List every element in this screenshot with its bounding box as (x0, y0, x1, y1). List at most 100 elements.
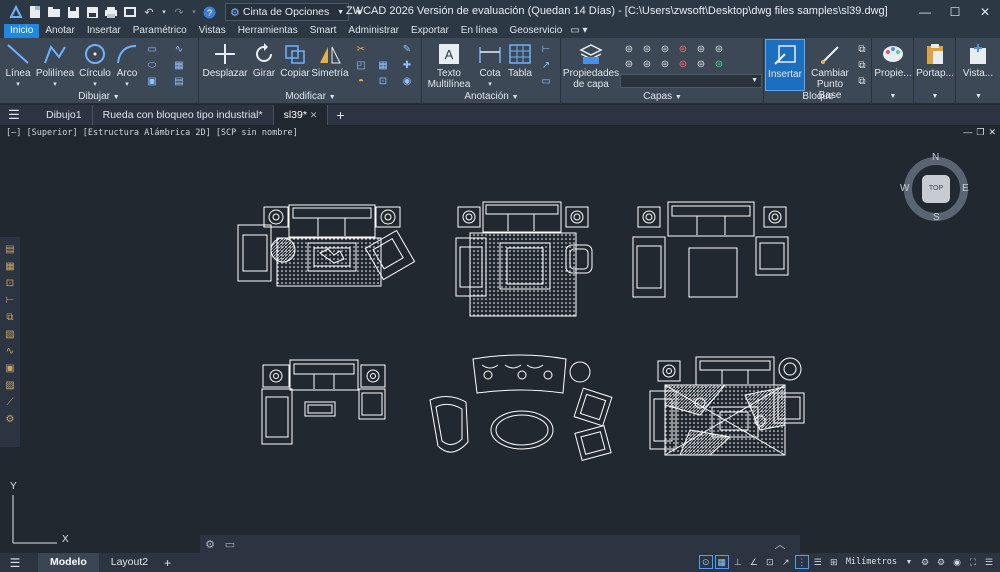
tool-icon-10[interactable]: ⟋ (3, 394, 17, 411)
furniture-set-3[interactable] (632, 201, 789, 298)
hamburger-menu-icon[interactable]: ☰ (0, 107, 28, 123)
furniture-set-4[interactable] (261, 359, 386, 445)
offset-icon[interactable]: ◉ (400, 75, 414, 87)
tool-icon-8[interactable]: ▣ (3, 360, 17, 377)
view-cube[interactable]: TOP N S E W (900, 152, 972, 225)
multileader-icon[interactable]: ↗ (539, 59, 553, 71)
tool-icon-1[interactable]: ▤ (3, 241, 17, 258)
layer-tool-icon-7[interactable]: ⊜ (622, 58, 636, 70)
region-icon[interactable]: ▣ (145, 75, 159, 87)
circle-tool-button[interactable]: Círculo ▾ (78, 42, 112, 90)
explode-icon[interactable]: ✚ (400, 59, 414, 71)
tool-icon-6[interactable]: ▧ (3, 326, 17, 343)
drawing-area[interactable]: [—] [Superior] [Estructura Alámbrica 2D]… (0, 125, 1000, 553)
tab-geoservicio[interactable]: Geoservicio (503, 24, 568, 38)
dimension-tool-button[interactable]: Cota ▾ (477, 42, 503, 90)
tool-icon-9[interactable]: ▨ (3, 377, 17, 394)
layout-tab-layout2[interactable]: Layout2 (99, 553, 160, 572)
layer-tool-icon-11[interactable]: ⊜ (694, 58, 708, 70)
layout-tab-modelo[interactable]: Modelo (38, 553, 99, 572)
spline-icon[interactable]: ∿ (172, 43, 186, 55)
compass-east[interactable]: E (962, 183, 969, 194)
chevron-down-icon[interactable]: ▼ (512, 94, 519, 101)
ellipse-icon[interactable]: ⬭ (145, 59, 159, 71)
command-line[interactable]: ⚙ ▭ ︿ (200, 535, 800, 553)
new-file-icon[interactable] (27, 4, 43, 20)
layer-dropdown[interactable]: ▼ (620, 74, 762, 88)
table-tool-button[interactable]: Tabla (507, 42, 533, 79)
minimize-button[interactable]: — (910, 0, 940, 24)
redo-icon[interactable]: ↷ (171, 4, 187, 20)
command-expand-icon[interactable]: ︿ (770, 536, 790, 552)
furniture-set-5[interactable] (429, 354, 613, 462)
tool-icon-7[interactable]: ∿ (3, 343, 17, 360)
furniture-set-6[interactable] (649, 356, 805, 456)
layer-tool-icon-12[interactable]: ⊜ (712, 58, 726, 70)
chevron-down-icon[interactable]: ▼ (873, 90, 913, 103)
chevron-down-icon[interactable]: ▼ (113, 94, 120, 101)
layer-tool-icon-5[interactable]: ⊜ (694, 43, 708, 55)
dynamic-input-icon[interactable]: ⋮ (794, 555, 809, 569)
tab-en-linea[interactable]: En línea (455, 24, 504, 38)
object-snap-icon[interactable]: ⊡ (763, 555, 777, 569)
doc-tab-sl39[interactable]: sl39* ✕ (273, 105, 329, 125)
command-history-icon[interactable]: ▭ (220, 538, 240, 551)
tab-exportar[interactable]: Exportar (405, 24, 455, 38)
ortho-icon[interactable]: ⊥ (731, 555, 745, 569)
move-tool-button[interactable]: Desplazar (202, 42, 248, 79)
view-button[interactable]: Vista... (957, 42, 999, 79)
fillet-icon[interactable]: ◓ (354, 75, 368, 87)
undo-icon[interactable]: ↶ (141, 4, 157, 20)
block-tool-icon-3[interactable]: ⧉ (855, 75, 869, 87)
customization-icon[interactable]: ☰ (982, 555, 996, 569)
hatch-icon[interactable]: ▦ (172, 59, 186, 71)
close-tab-icon[interactable]: ✕ (310, 110, 318, 120)
grid-icon[interactable]: ▦ (714, 555, 729, 569)
tab-insertar[interactable]: Insertar (81, 24, 127, 38)
save-as-icon[interactable] (84, 4, 100, 20)
boundary-icon[interactable]: ▤ (172, 75, 186, 87)
maximize-button[interactable]: ☐ (940, 0, 970, 24)
layer-tool-icon-6[interactable]: ⊜ (712, 43, 726, 55)
save-icon[interactable] (65, 4, 81, 20)
rotate-tool-button[interactable]: Girar (250, 42, 278, 79)
layout-menu-icon[interactable]: ☰ (0, 556, 30, 570)
layer-tool-icon-9[interactable]: ⊜ (658, 58, 672, 70)
units-dropdown-icon[interactable]: ▼ (902, 555, 916, 569)
layer-tool-icon-3[interactable]: ⊜ (658, 43, 672, 55)
tool-icon-3[interactable]: ⊡ (3, 275, 17, 292)
insert-block-button[interactable]: Insertar (765, 39, 805, 91)
chevron-down-icon[interactable]: ▼ (957, 90, 1000, 103)
tool-icon-11[interactable]: ⚙ (3, 411, 17, 428)
properties-button[interactable]: Propie... (873, 42, 913, 79)
chevron-down-icon[interactable]: ▼ (329, 94, 336, 101)
layer-properties-button[interactable]: Propiedades de capa (562, 42, 620, 90)
open-file-icon[interactable] (46, 4, 62, 20)
command-settings-icon[interactable]: ⚙ (200, 538, 220, 551)
print-preview-icon[interactable] (122, 4, 138, 20)
redo-dropdown-icon[interactable]: ▾ (190, 4, 198, 20)
mtext-tool-button[interactable]: A Texto Multilínea (428, 42, 470, 90)
arc-tool-button[interactable]: Arco ▾ (113, 42, 141, 90)
ribbon-minimize-icon[interactable]: ▭ ▾ (568, 24, 589, 38)
clipboard-button[interactable]: Portap... (915, 42, 955, 79)
compass-west[interactable]: W (900, 183, 909, 194)
annotation-scale-icon[interactable]: ⚙ (918, 555, 932, 569)
chevron-down-icon[interactable]: ▼ (675, 94, 682, 101)
copy-tool-button[interactable]: Copiar (280, 42, 310, 79)
line-tool-button[interactable]: Línea ▾ (4, 42, 32, 90)
mirror-tool-button[interactable]: Simetría (311, 42, 349, 79)
tool-icon-2[interactable]: ▦ (3, 258, 17, 275)
rectangle-icon[interactable]: ▭ (145, 43, 159, 55)
app-logo-icon[interactable] (8, 4, 24, 20)
selection-cycling-icon[interactable]: ⊞ (827, 555, 841, 569)
polar-icon[interactable]: ∠ (747, 555, 761, 569)
leader-icon[interactable]: ⊢ (539, 43, 553, 55)
block-tool-icon-1[interactable]: ⧉ (855, 43, 869, 55)
tab-herramientas[interactable]: Herramientas (232, 24, 304, 38)
tab-inicio[interactable]: Inicio (4, 24, 40, 38)
layer-tool-icon-8[interactable]: ⊜ (640, 58, 654, 70)
block-tool-icon-2[interactable]: ⧉ (855, 59, 869, 71)
tool-icon-4[interactable]: ⊢ (3, 292, 17, 309)
erase-icon[interactable]: ✎ (400, 43, 414, 55)
